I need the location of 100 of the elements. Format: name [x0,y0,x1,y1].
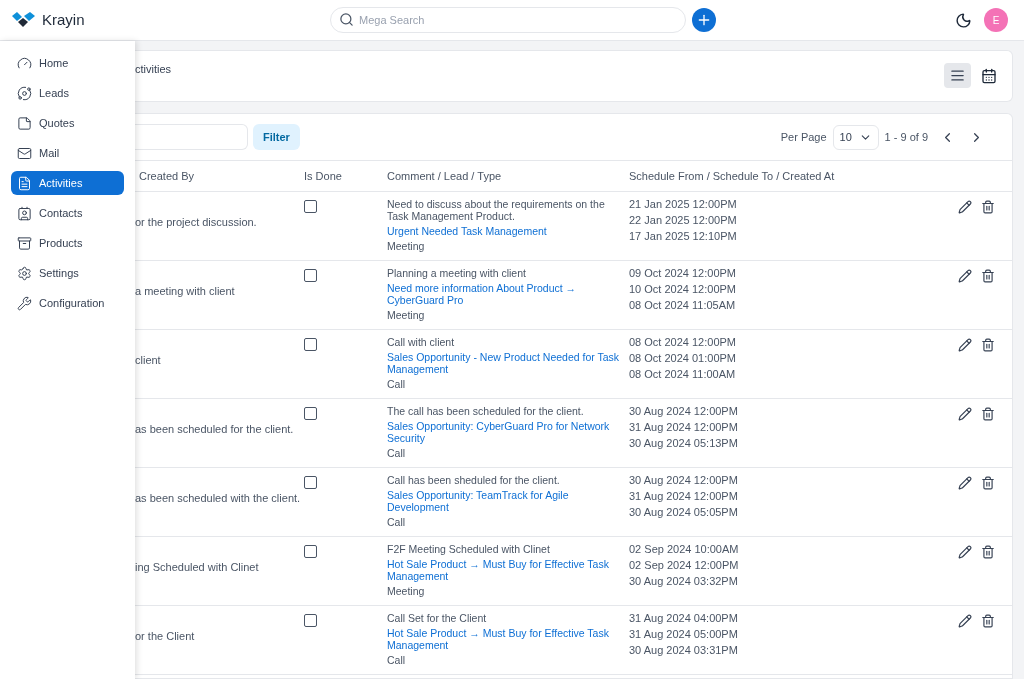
date-text: 31 Aug 2024 12:00PM [629,421,739,433]
date-text: 30 Aug 2024 03:31PM [629,644,739,656]
sidebar-item[interactable]: Products [11,231,124,255]
delete-icon[interactable] [981,338,995,352]
date-text: 30 Aug 2024 05:05PM [629,506,739,518]
comment-text: Need to discuss about the requirements on the Task Management Product. [387,198,606,222]
calendar-icon [980,67,997,84]
done-checkbox[interactable] [304,614,317,627]
list-view-button[interactable] [944,63,971,88]
settings-icon [17,265,32,281]
comment-text: F2F Meeting Scheduled with Clinet [387,543,551,555]
brand-name: Krayin [42,9,85,30]
date-text: 22 Jan 2025 12:00PM [629,214,738,226]
column-header: Created By [138,168,196,184]
sidebar-item[interactable]: Leads [11,81,124,105]
sidebar-item[interactable]: Configuration [11,291,124,315]
delete-icon[interactable] [981,407,995,421]
done-checkbox[interactable] [304,545,317,558]
delete-icon[interactable] [981,269,995,283]
activity-type: Meeting [387,309,426,321]
sidebar-item[interactable]: Settings [11,261,124,285]
table-cell-text: as been scheduled with the client. [135,490,301,506]
date-text: 09 Oct 2024 12:00PM [629,267,737,279]
lead-link[interactable]: Hot Sale Product → Must Buy for Effective Task Management [387,627,625,651]
table-cell-text: a meeting with client [135,283,235,299]
delete-icon[interactable] [981,200,995,214]
sidebar-item[interactable]: Quotes [11,111,124,135]
date-text: 31 Aug 2024 12:00PM [629,490,739,502]
lead-link[interactable]: Hot Sale Product → Must Buy for Effective Task Management [387,558,625,582]
per-page-select[interactable]: 10 [832,124,879,150]
edit-icon[interactable] [958,545,972,559]
add-button[interactable] [692,8,716,32]
date-text: 30 Aug 2024 12:00PM [629,405,739,417]
filter-button[interactable]: Filter [253,124,300,150]
activity-type: Call [387,378,407,390]
search-input[interactable] [135,124,248,150]
activity-type: Meeting [387,585,426,597]
date-text: 08 Oct 2024 01:00PM [629,352,737,364]
delete-icon[interactable] [981,614,995,628]
note-icon [17,115,32,131]
dark-mode-icon[interactable] [955,11,972,29]
table-cell-text: as been scheduled for the client. [135,421,294,437]
list-icon [950,68,965,83]
page-title: ctivities [135,62,172,77]
gauge-icon [17,55,32,71]
date-text: 17 Jan 2025 12:10PM [629,230,738,242]
lead-link[interactable]: Sales Opportunity: CyberGuard Pro for Network Security [387,420,625,444]
lead-link[interactable]: Sales Opportunity: TeamTrack for Agile Development [387,489,625,513]
comment-text: Call has been sheduled for the client. [387,474,561,486]
document-icon [17,175,32,191]
delete-icon[interactable] [981,545,995,559]
date-text: 21 Jan 2025 12:00PM [629,198,738,210]
edit-icon[interactable] [958,476,972,490]
done-checkbox[interactable] [304,338,317,351]
table-cell-text: client [135,352,161,368]
activity-type: Call [387,516,407,528]
sidebar-item[interactable]: Activities [11,171,124,195]
sidebar-item[interactable]: Contacts [11,201,124,225]
sidebar-item[interactable]: Mail [11,141,124,165]
logo-icon [12,12,36,28]
edit-icon[interactable] [958,338,972,352]
table-cell-text: or the Client [135,628,195,644]
column-header: Is Done [304,168,343,184]
edit-icon[interactable] [958,614,972,628]
activity-type: Meeting [387,240,426,252]
column-header: Schedule From / Schedule To / Created At [629,168,836,184]
date-text: 08 Oct 2024 12:00PM [629,336,737,348]
sidebar-item[interactable]: Home [11,51,124,75]
contact-card-icon [17,205,32,221]
lead-link[interactable]: Urgent Needed Task Management [387,225,625,237]
date-text: 02 Sep 2024 10:00AM [629,543,740,555]
date-text: 30 Aug 2024 12:00PM [629,474,739,486]
wrench-icon [17,295,32,311]
delete-icon[interactable] [981,476,995,490]
done-checkbox[interactable] [304,200,317,213]
date-text: 02 Sep 2024 12:00PM [629,559,740,571]
box-icon [17,235,32,251]
mail-icon [17,145,32,161]
done-checkbox[interactable] [304,476,317,489]
pagination-range: 1 - 9 of 9 [884,129,928,145]
search-icon [339,12,354,27]
done-checkbox[interactable] [304,407,317,420]
date-text: 08 Oct 2024 11:05AM [629,299,737,311]
comment-text: The call has been scheduled for the client. [387,405,585,417]
search-field[interactable]: Mega Search [330,7,686,33]
lead-link[interactable]: Need more information About Product → CyberGuard Pro [387,282,625,306]
edit-icon[interactable] [958,407,972,421]
done-checkbox[interactable] [304,269,317,282]
date-text: 31 Aug 2024 05:00PM [629,628,739,640]
lead-link[interactable]: Sales Opportunity - New Product Needed for Task Management [387,351,625,375]
edit-icon[interactable] [958,269,972,283]
table-cell-text: ing Scheduled with Clinet [135,559,259,575]
date-text: 30 Aug 2024 03:32PM [629,575,739,587]
per-page-label: Per Page [780,129,827,145]
date-text: 31 Aug 2024 04:00PM [629,612,739,624]
activity-type: Call [387,654,407,666]
activity-type: Call [387,447,407,459]
edit-icon[interactable] [958,200,972,214]
comment-text: Call Set for the Client [387,612,488,624]
table-cell-text: or the project discussion. [135,214,257,230]
